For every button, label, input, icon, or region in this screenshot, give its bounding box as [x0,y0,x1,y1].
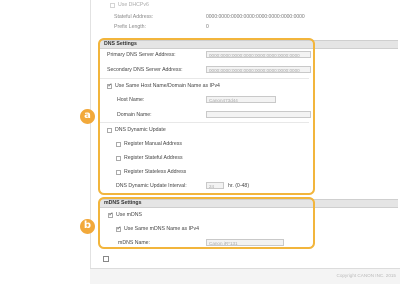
stateful-address-value: 0000:0000:0000:0000:0000:0000:0000:0000 [206,14,305,20]
prefix-length-label: Prefix Length: [114,24,147,30]
stateful-address-label: Stateful Address: [114,14,154,20]
callout-a-badge: a [80,109,95,124]
page-top-icon[interactable] [103,256,109,262]
dns-settings-highlight-frame [98,38,315,195]
use-dhcpv6-checkbox[interactable] [110,3,115,8]
footer-bar: Copyright CANON INC. 2015 [90,268,400,284]
mdns-settings-highlight-frame [98,197,315,249]
prefix-length-value: 0 [206,24,209,30]
use-dhcpv6-label: Use DHCPv6 [118,2,149,8]
copyright-text: Copyright CANON INC. 2015 [336,273,397,278]
callout-b-badge: b [80,219,95,234]
settings-page: Use DHCPv6 Stateful Address: 0000:0000:0… [0,0,400,284]
